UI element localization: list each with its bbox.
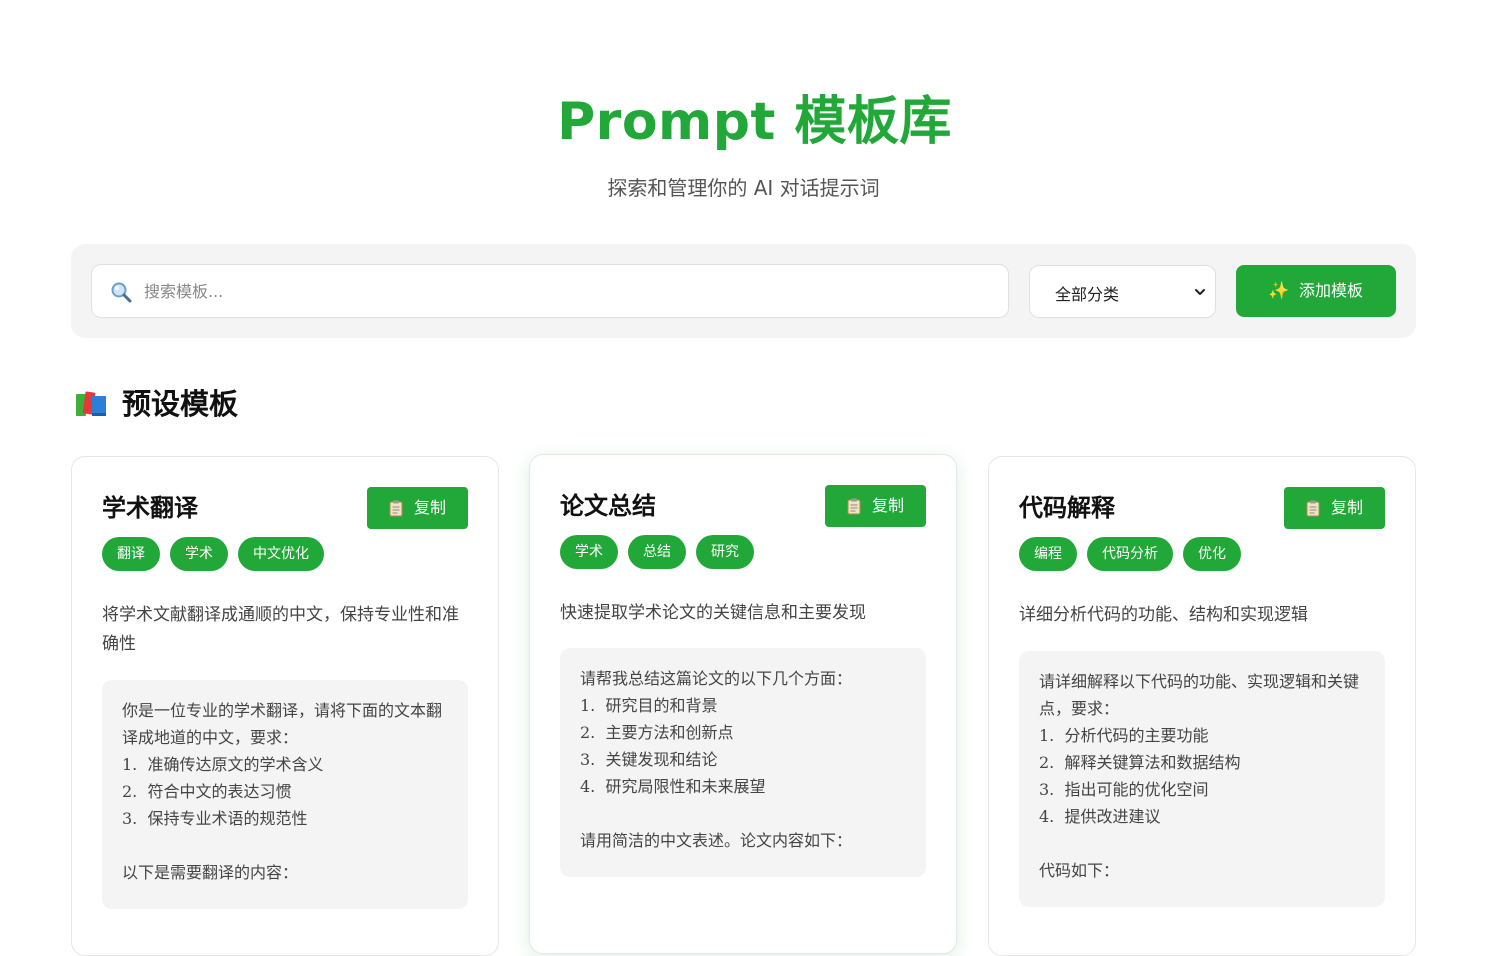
card-description: 将学术文献翻译成通顺的中文，保持专业性和准确性	[102, 605, 459, 654]
copy-button[interactable]: 复制	[825, 485, 926, 527]
template-card: 论文总结 复制 学术 总结 研究 快速提取学术论文的关键信息和主要发现 请帮我总…	[529, 454, 957, 954]
tag[interactable]: 优化	[1183, 537, 1241, 571]
tag[interactable]: 中文优化	[238, 537, 324, 571]
copy-label: 复制	[872, 496, 905, 515]
tag[interactable]: 研究	[696, 535, 754, 569]
page-title: Prompt 模板库	[557, 92, 952, 152]
toolbar: 全部分类 ✨ 添加模板	[71, 244, 1416, 338]
copy-label: 复制	[1331, 498, 1364, 517]
card-title: 学术翻译	[102, 494, 198, 522]
add-template-label: 添加模板	[1299, 281, 1364, 300]
clipboard-icon	[389, 500, 403, 517]
tag[interactable]: 编程	[1019, 537, 1077, 571]
tag-list: 学术 总结 研究	[560, 535, 754, 569]
clipboard-icon	[1306, 500, 1320, 517]
template-card: 学术翻译 复制 翻译 学术 中文优化 将学术文献翻译成通顺的中文，保持专业性和准…	[71, 456, 499, 956]
copy-button[interactable]: 复制	[367, 487, 468, 529]
card-description: 详细分析代码的功能、结构和实现逻辑	[1019, 605, 1308, 625]
tag-list: 翻译 学术 中文优化	[102, 537, 324, 571]
tag[interactable]: 学术	[170, 537, 228, 571]
tag[interactable]: 学术	[560, 535, 618, 569]
chevron-down-icon	[1195, 289, 1205, 295]
tag-list: 编程 代码分析 优化	[1019, 537, 1241, 571]
copy-button[interactable]: 复制	[1284, 487, 1385, 529]
prompt-text: 请详细解释以下代码的功能、实现逻辑和关键点，要求： 1. 分析代码的主要功能 2…	[1019, 651, 1385, 907]
category-selected-value: 全部分类	[1055, 285, 1120, 304]
prompt-text: 请帮我总结这篇论文的以下几个方面： 1. 研究目的和背景 2. 主要方法和创新点…	[560, 648, 926, 877]
sparkles-icon: ✨	[1268, 281, 1290, 301]
card-title: 代码解释	[1019, 494, 1115, 522]
copy-label: 复制	[414, 498, 447, 517]
prompt-text: 你是一位专业的学术翻译，请将下面的文本翻译成地道的中文，要求： 1. 准确传达原…	[102, 680, 468, 909]
card-description: 快速提取学术论文的关键信息和主要发现	[560, 603, 866, 623]
add-template-button[interactable]: ✨ 添加模板	[1236, 265, 1396, 317]
tag[interactable]: 翻译	[102, 537, 160, 571]
tag[interactable]: 总结	[628, 535, 686, 569]
template-card: 代码解释 复制 编程 代码分析 优化 详细分析代码的功能、结构和实现逻辑 请详细…	[988, 456, 1416, 956]
card-title: 论文总结	[560, 492, 656, 520]
books-icon	[76, 391, 106, 416]
tag[interactable]: 代码分析	[1087, 537, 1173, 571]
search-input[interactable]	[142, 265, 992, 317]
category-select[interactable]: 全部分类	[1029, 265, 1216, 318]
page-subtitle: 探索和管理你的 AI 对话提示词	[607, 176, 880, 200]
clipboard-icon	[847, 498, 861, 515]
search-box[interactable]	[91, 264, 1009, 318]
search-icon	[111, 282, 132, 303]
section-title: 预设模板	[122, 387, 239, 421]
